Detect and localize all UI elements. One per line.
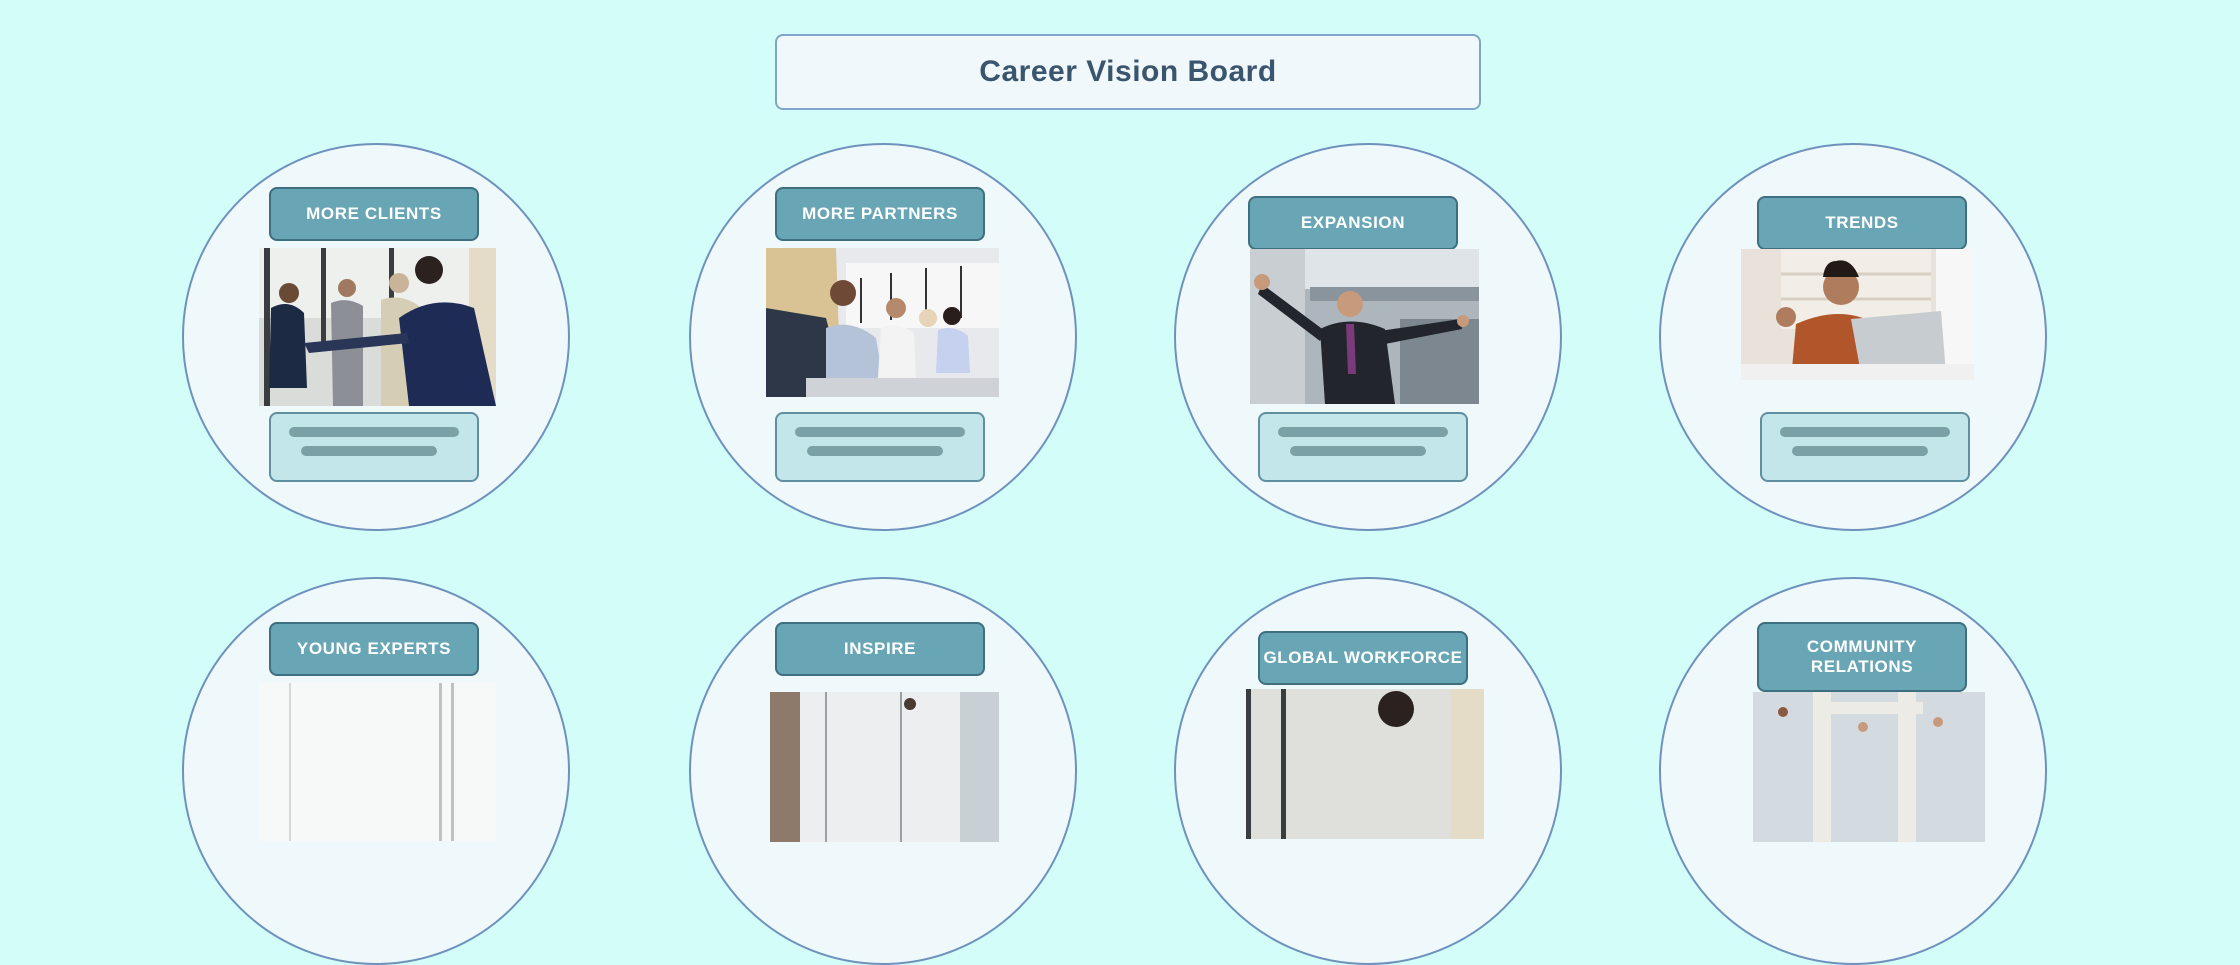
placeholder-line	[1780, 427, 1950, 437]
goal-label: MORE PARTNERS	[775, 187, 985, 241]
goal-description-placeholder	[1258, 412, 1468, 482]
goal-photo	[259, 248, 496, 406]
goal-label: YOUNG EXPERTS	[269, 622, 479, 676]
goal-circle-community-relations[interactable]: COMMUNITY RELATIONS	[1659, 577, 2047, 965]
placeholder-line	[807, 446, 943, 456]
goal-photo	[1753, 692, 1985, 842]
goal-circle-inspire[interactable]: INSPIRE	[689, 577, 1077, 965]
goal-photo	[1246, 689, 1484, 839]
goal-circle-global-workforce[interactable]: GLOBAL WORKFORCE	[1174, 577, 1562, 965]
goal-photo	[766, 248, 999, 397]
goal-label: INSPIRE	[775, 622, 985, 676]
placeholder-line	[1792, 446, 1928, 456]
goal-label: GLOBAL WORKFORCE	[1258, 631, 1468, 685]
placeholder-line	[1278, 427, 1448, 437]
goal-label: COMMUNITY RELATIONS	[1757, 622, 1967, 692]
placeholder-line	[289, 427, 459, 437]
placeholder-line	[795, 427, 965, 437]
goal-photo	[770, 692, 999, 842]
goal-description-placeholder	[775, 412, 985, 482]
placeholder-line	[301, 446, 437, 456]
goal-label: EXPANSION	[1248, 196, 1458, 250]
goal-photo	[259, 683, 496, 841]
title-box: Career Vision Board	[775, 34, 1481, 110]
goal-circle-young-experts[interactable]: YOUNG EXPERTS	[182, 577, 570, 965]
goal-circle-more-partners[interactable]: MORE PARTNERS	[689, 143, 1077, 531]
goal-photo	[1741, 249, 1974, 380]
goal-label: TRENDS	[1757, 196, 1967, 250]
goal-circle-expansion[interactable]: EXPANSION	[1174, 143, 1562, 531]
goal-circle-more-clients[interactable]: MORE CLIENTS	[182, 143, 570, 531]
page-title: Career Vision Board	[979, 55, 1277, 88]
goal-circle-trends[interactable]: TRENDS	[1659, 143, 2047, 531]
goal-description-placeholder	[1760, 412, 1970, 482]
placeholder-line	[1290, 446, 1426, 456]
goal-photo	[1250, 249, 1479, 404]
goal-label: MORE CLIENTS	[269, 187, 479, 241]
goal-description-placeholder	[269, 412, 479, 482]
